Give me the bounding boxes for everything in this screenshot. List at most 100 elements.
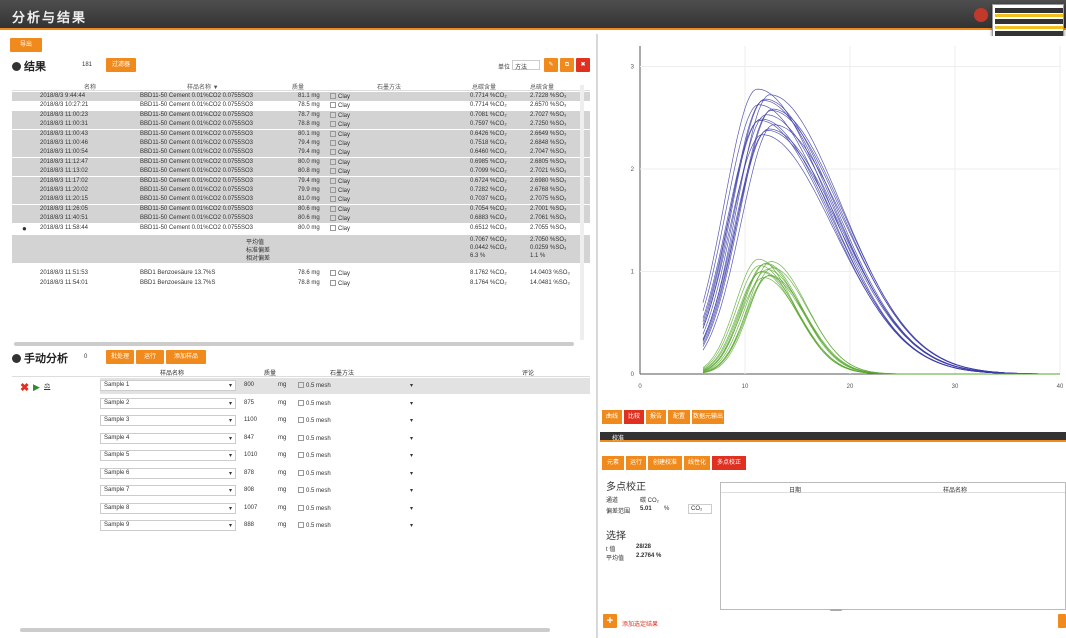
add-selected-label[interactable]: 添加选定结果 [622, 619, 658, 628]
mass-value[interactable]: 875 [244, 400, 254, 406]
checkbox-icon[interactable] [298, 469, 304, 476]
mass-value[interactable]: 878 [244, 470, 254, 476]
col-mass[interactable]: 质量 [292, 82, 304, 91]
table-row[interactable]: 2018/8/3 10:27:21 BBD11-50 Cement 0.01%CO… [12, 101, 590, 110]
table-row[interactable]: 2018/8/3 11:00:31 BBD11-50 Cement 0.01%CO… [12, 120, 590, 130]
col-sample-name[interactable]: 样品名称 [943, 485, 967, 494]
copy-button[interactable]: ⧉ [560, 58, 574, 72]
checkbox-icon[interactable] [298, 522, 304, 528]
checkbox-icon[interactable] [330, 121, 336, 128]
calibration-tab[interactable]: 元素 [602, 456, 624, 470]
results-hscroll[interactable] [14, 342, 574, 346]
checkbox-icon[interactable] [330, 130, 336, 137]
sample-name-select[interactable]: Sample 4 ▾ [100, 432, 236, 444]
checkbox-icon[interactable] [330, 215, 336, 222]
calib-hscroll[interactable] [830, 609, 842, 611]
sample-name-select[interactable]: Sample 8 ▾ [100, 502, 236, 514]
table-row[interactable]: 2018/8/3 11:12:47 BBD11-50 Cement 0.01%CO… [12, 157, 590, 167]
col-sample[interactable]: 样品名称 ▼ [187, 82, 219, 91]
table-row[interactable]: 2018/8/3 11:00:23 BBD11-50 Cement 0.01%CO… [12, 110, 590, 120]
table-row[interactable]: ● 2018/8/3 11:58:44 BBD11-50 Cement 0.01%C… [12, 224, 590, 233]
add-result-icon[interactable]: + [603, 614, 617, 628]
table-row[interactable]: 2018/8/3 11:40:51 BBD11-50 Cement 0.01%CO… [12, 214, 590, 224]
chart-tab[interactable]: 数据元输出 [692, 410, 724, 424]
table-row[interactable]: 2018/8/3 11:51:53 BBD1 Benzoesäure 13.7%S… [12, 269, 590, 278]
remove-icon[interactable]: ✖ [20, 381, 29, 394]
chevron-down-icon[interactable]: ▾ [410, 470, 413, 477]
mass-value[interactable]: 1010 [244, 452, 257, 458]
chevron-down-icon[interactable]: ▾ [410, 382, 413, 389]
chevron-down-icon[interactable]: ▾ [410, 487, 413, 494]
sample-name-select[interactable]: Sample 3 ▾ [100, 415, 236, 426]
chevron-down-icon[interactable]: ▾ [410, 452, 413, 459]
table-row[interactable]: 2018/8/3 11:54:01 BBD1 Benzoesäure 13.7%S… [12, 279, 590, 288]
checkbox-icon[interactable] [298, 382, 304, 388]
results-scrollbar[interactable] [580, 85, 584, 340]
calibration-tab[interactable]: 多点校正 [712, 456, 746, 470]
chevron-down-icon[interactable]: ▾ [410, 522, 413, 529]
table-row[interactable]: 2018/8/3 11:00:43 BBD11-50 Cement 0.01%CO… [12, 129, 590, 139]
col-date[interactable]: 日期 [789, 485, 801, 494]
channel-value[interactable]: 碳 CO₂ [640, 495, 659, 504]
mass-value[interactable]: 808 [244, 487, 254, 493]
checkbox-icon[interactable] [330, 111, 336, 118]
checkbox-icon[interactable] [298, 399, 304, 406]
add-sample-button[interactable]: 添加样品 [166, 350, 206, 364]
chart-tab[interactable]: 曲线 [602, 410, 622, 424]
chart-tab[interactable]: 报告 [646, 410, 666, 424]
col-name[interactable]: 名称 [84, 82, 96, 91]
sample-name-select[interactable]: Sample 9 ▾ [100, 520, 236, 531]
checkbox-icon[interactable] [330, 177, 336, 184]
checkbox-icon[interactable] [298, 504, 304, 511]
run-button[interactable]: 运行 [136, 350, 164, 364]
table-row[interactable]: 2018/8/3 11:13:02 BBD11-50 Cement 0.01%CO… [12, 167, 590, 177]
mass-value[interactable]: 847 [244, 435, 254, 441]
sample-name-select[interactable]: Sample 1 ▾ [100, 380, 236, 391]
checkbox-icon[interactable] [330, 270, 336, 276]
filter-button[interactable]: 过滤器 [106, 58, 136, 72]
checkbox-icon[interactable] [330, 158, 336, 165]
balance-icon[interactable]: ⚖ [44, 382, 50, 390]
table-row[interactable]: 2018/8/3 11:20:15 BBD11-50 Cement 0.01%CO… [12, 195, 590, 205]
chevron-down-icon[interactable]: ▾ [410, 417, 413, 424]
chevron-down-icon[interactable]: ▾ [410, 400, 413, 407]
mass-value[interactable]: 888 [244, 522, 254, 528]
manual-hscroll[interactable] [20, 628, 550, 632]
checkbox-icon[interactable] [298, 452, 304, 458]
range-value[interactable]: 5.01 [640, 506, 652, 512]
range-select[interactable]: CO₂ [688, 504, 712, 514]
batch-button[interactable]: 批处理 [106, 350, 134, 364]
chevron-down-icon[interactable]: ▾ [410, 505, 413, 512]
vertical-splitter[interactable] [596, 34, 598, 638]
chart-tab[interactable]: 配置 [668, 410, 690, 424]
checkbox-icon[interactable] [298, 417, 304, 423]
checkbox-icon[interactable] [330, 93, 336, 99]
col-carbon[interactable]: 总碳含量 [472, 82, 496, 91]
calibration-tab[interactable]: 运行 [626, 456, 646, 470]
checkbox-icon[interactable] [330, 168, 336, 175]
chart-tab[interactable]: 比较 [624, 410, 644, 424]
window-thumbnail[interactable] [992, 4, 1064, 40]
sample-name-select[interactable]: Sample 7 ▾ [100, 485, 236, 496]
mass-value[interactable]: 1007 [244, 505, 257, 511]
edit-button[interactable]: ✎ [544, 58, 558, 72]
table-row[interactable]: 2018/8/3 11:20:02 BBD11-50 Cement 0.01%CO… [12, 186, 590, 195]
table-row[interactable]: 2018/8/3 11:17:02 BBD11-50 Cement 0.01%CO… [12, 176, 590, 186]
calibration-tab[interactable]: 线性化 [684, 456, 710, 470]
export-button[interactable]: 导出 [10, 38, 42, 52]
checkbox-icon[interactable] [330, 205, 336, 212]
checkbox-icon[interactable] [330, 149, 336, 156]
col-sulfur[interactable]: 总硫含量 [530, 82, 554, 91]
checkbox-icon[interactable] [330, 187, 336, 193]
table-row[interactable]: 2018/8/3 11:00:54 BBD11-50 Cement 0.01%CO… [12, 148, 590, 158]
mass-value[interactable]: 800 [244, 382, 254, 388]
delete-button[interactable]: ✖ [576, 58, 590, 72]
play-icon[interactable]: ▶ [33, 382, 40, 393]
table-row[interactable]: 2018/8/3 11:00:46 BBD11-50 Cement 0.01%CO… [12, 139, 590, 148]
sample-name-select[interactable]: Sample 6 ▾ [100, 467, 236, 479]
mass-value[interactable]: 1100 [244, 417, 257, 423]
record-icon[interactable] [974, 8, 988, 22]
calibration-tab[interactable]: 创建校准 [648, 456, 682, 470]
sample-name-select[interactable]: Sample 5 ▾ [100, 450, 236, 461]
checkbox-icon[interactable] [330, 280, 336, 286]
